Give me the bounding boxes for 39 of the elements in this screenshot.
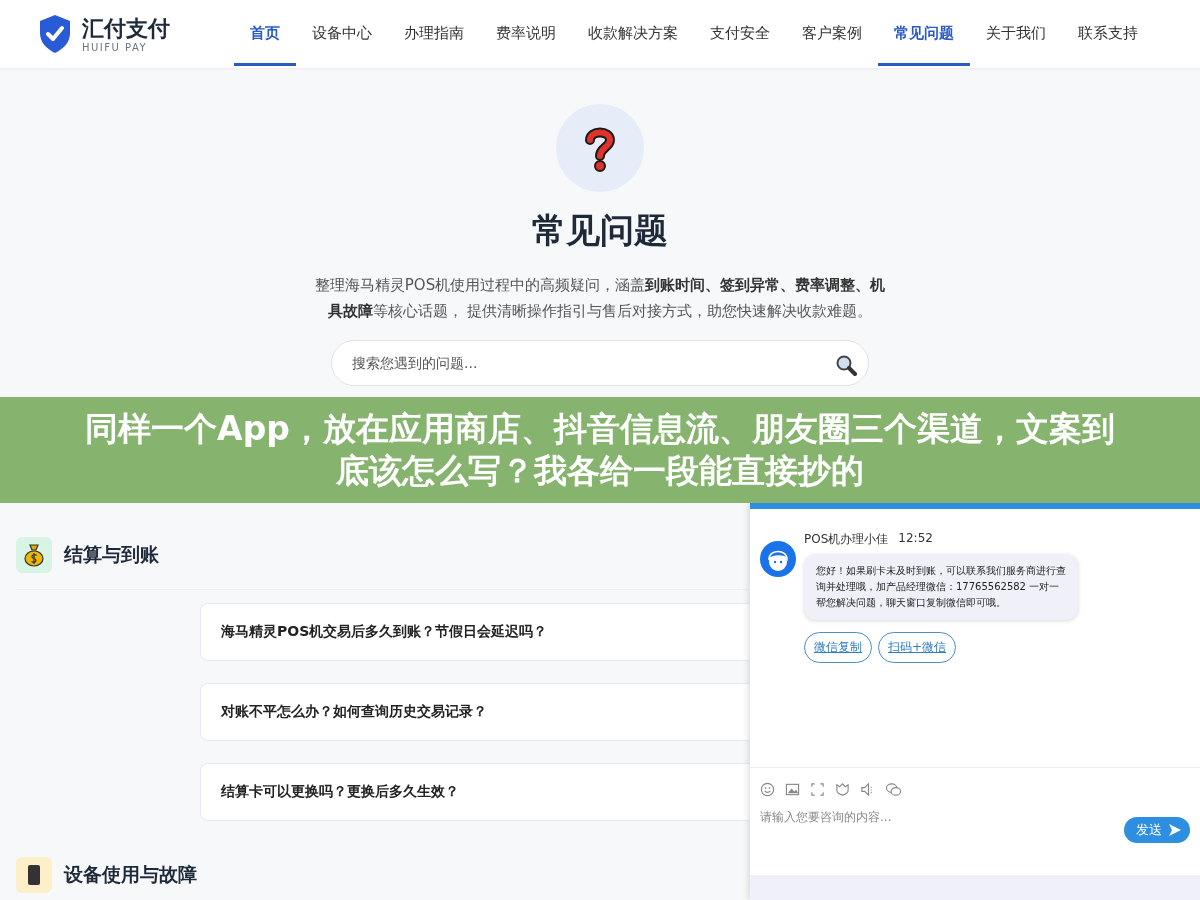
quick-reply-button[interactable]: 微信复制 — [804, 632, 872, 663]
message-bubble: 您好！如果刷卡未及时到账，可以联系我们服务商进行查询并处理哦，加产品经理微信：17765562582 一对一帮您解决问题，聊天窗口复制微信即可哦。 — [804, 554, 1078, 620]
search-icon — [835, 354, 857, 376]
section-title: 结算与到账 — [64, 542, 159, 567]
search-field[interactable]: 搜索您遇到的问题... — [331, 340, 869, 386]
faq-question[interactable]: 结算卡可以更换吗？更换后多久生效？ — [200, 763, 750, 821]
rating-icon[interactable] — [835, 782, 850, 797]
quick-reply-button[interactable]: 扫码+微信 — [878, 632, 957, 663]
shield-check-icon — [38, 14, 72, 54]
send-icon — [1168, 823, 1182, 837]
faq-question[interactable]: 海马精灵POS机交易后多久到账？节假日会延迟吗？ — [200, 603, 750, 661]
screenshot-icon[interactable] — [810, 782, 825, 797]
message-time: 12:52 — [898, 531, 933, 547]
nav-link[interactable]: 支付安全 — [694, 2, 786, 66]
page-title: 常见问题 — [532, 209, 668, 252]
emoji-icon[interactable] — [760, 782, 775, 797]
nav-link[interactable]: 关于我们 — [970, 2, 1062, 66]
money-bag-icon — [16, 537, 52, 573]
section-title: 设备使用与故障 — [64, 862, 197, 887]
agent-avatar-icon — [760, 541, 796, 577]
agent-name: POS机办理小佳 — [804, 531, 889, 548]
nav-link[interactable]: 办理指南 — [388, 2, 480, 66]
brand-subtitle: HUIFU PAY — [82, 41, 149, 53]
wechat-icon[interactable] — [885, 782, 902, 797]
nav-link[interactable]: 收款解决方案 — [572, 2, 694, 66]
question-mark-icon — [556, 104, 644, 192]
nav-link[interactable]: 首页 — [234, 2, 296, 66]
nav-link[interactable]: 客户案例 — [786, 2, 878, 66]
title-banner: 同样一个App，放在应用商店、抖音信息流、朋友圈三个渠道，文案到底该怎么写？我各给一段能直接抄的 — [0, 397, 1200, 503]
brand-name: 汇付支付 — [82, 15, 170, 42]
device-icon — [16, 857, 52, 893]
page-description: 整理海马精灵POS机使用过程中的高频疑问，涵盖到账时间、签到异常、费率调整、机具故障等核心话题， 提供清晰操作指引与售后对接方式，助您快速解决收款难题。 — [313, 275, 887, 322]
image-icon[interactable] — [785, 782, 800, 797]
faq-question[interactable]: 对账不平怎么办？如何查询历史交易记录？ — [200, 683, 750, 741]
nav-link[interactable]: 常见问题 — [878, 2, 970, 66]
nav-link[interactable]: 设备中心 — [296, 2, 388, 66]
nav-link[interactable]: 费率说明 — [480, 2, 572, 66]
speaker-icon[interactable] — [860, 782, 875, 797]
nav-link[interactable]: 联系支持 — [1062, 2, 1154, 66]
